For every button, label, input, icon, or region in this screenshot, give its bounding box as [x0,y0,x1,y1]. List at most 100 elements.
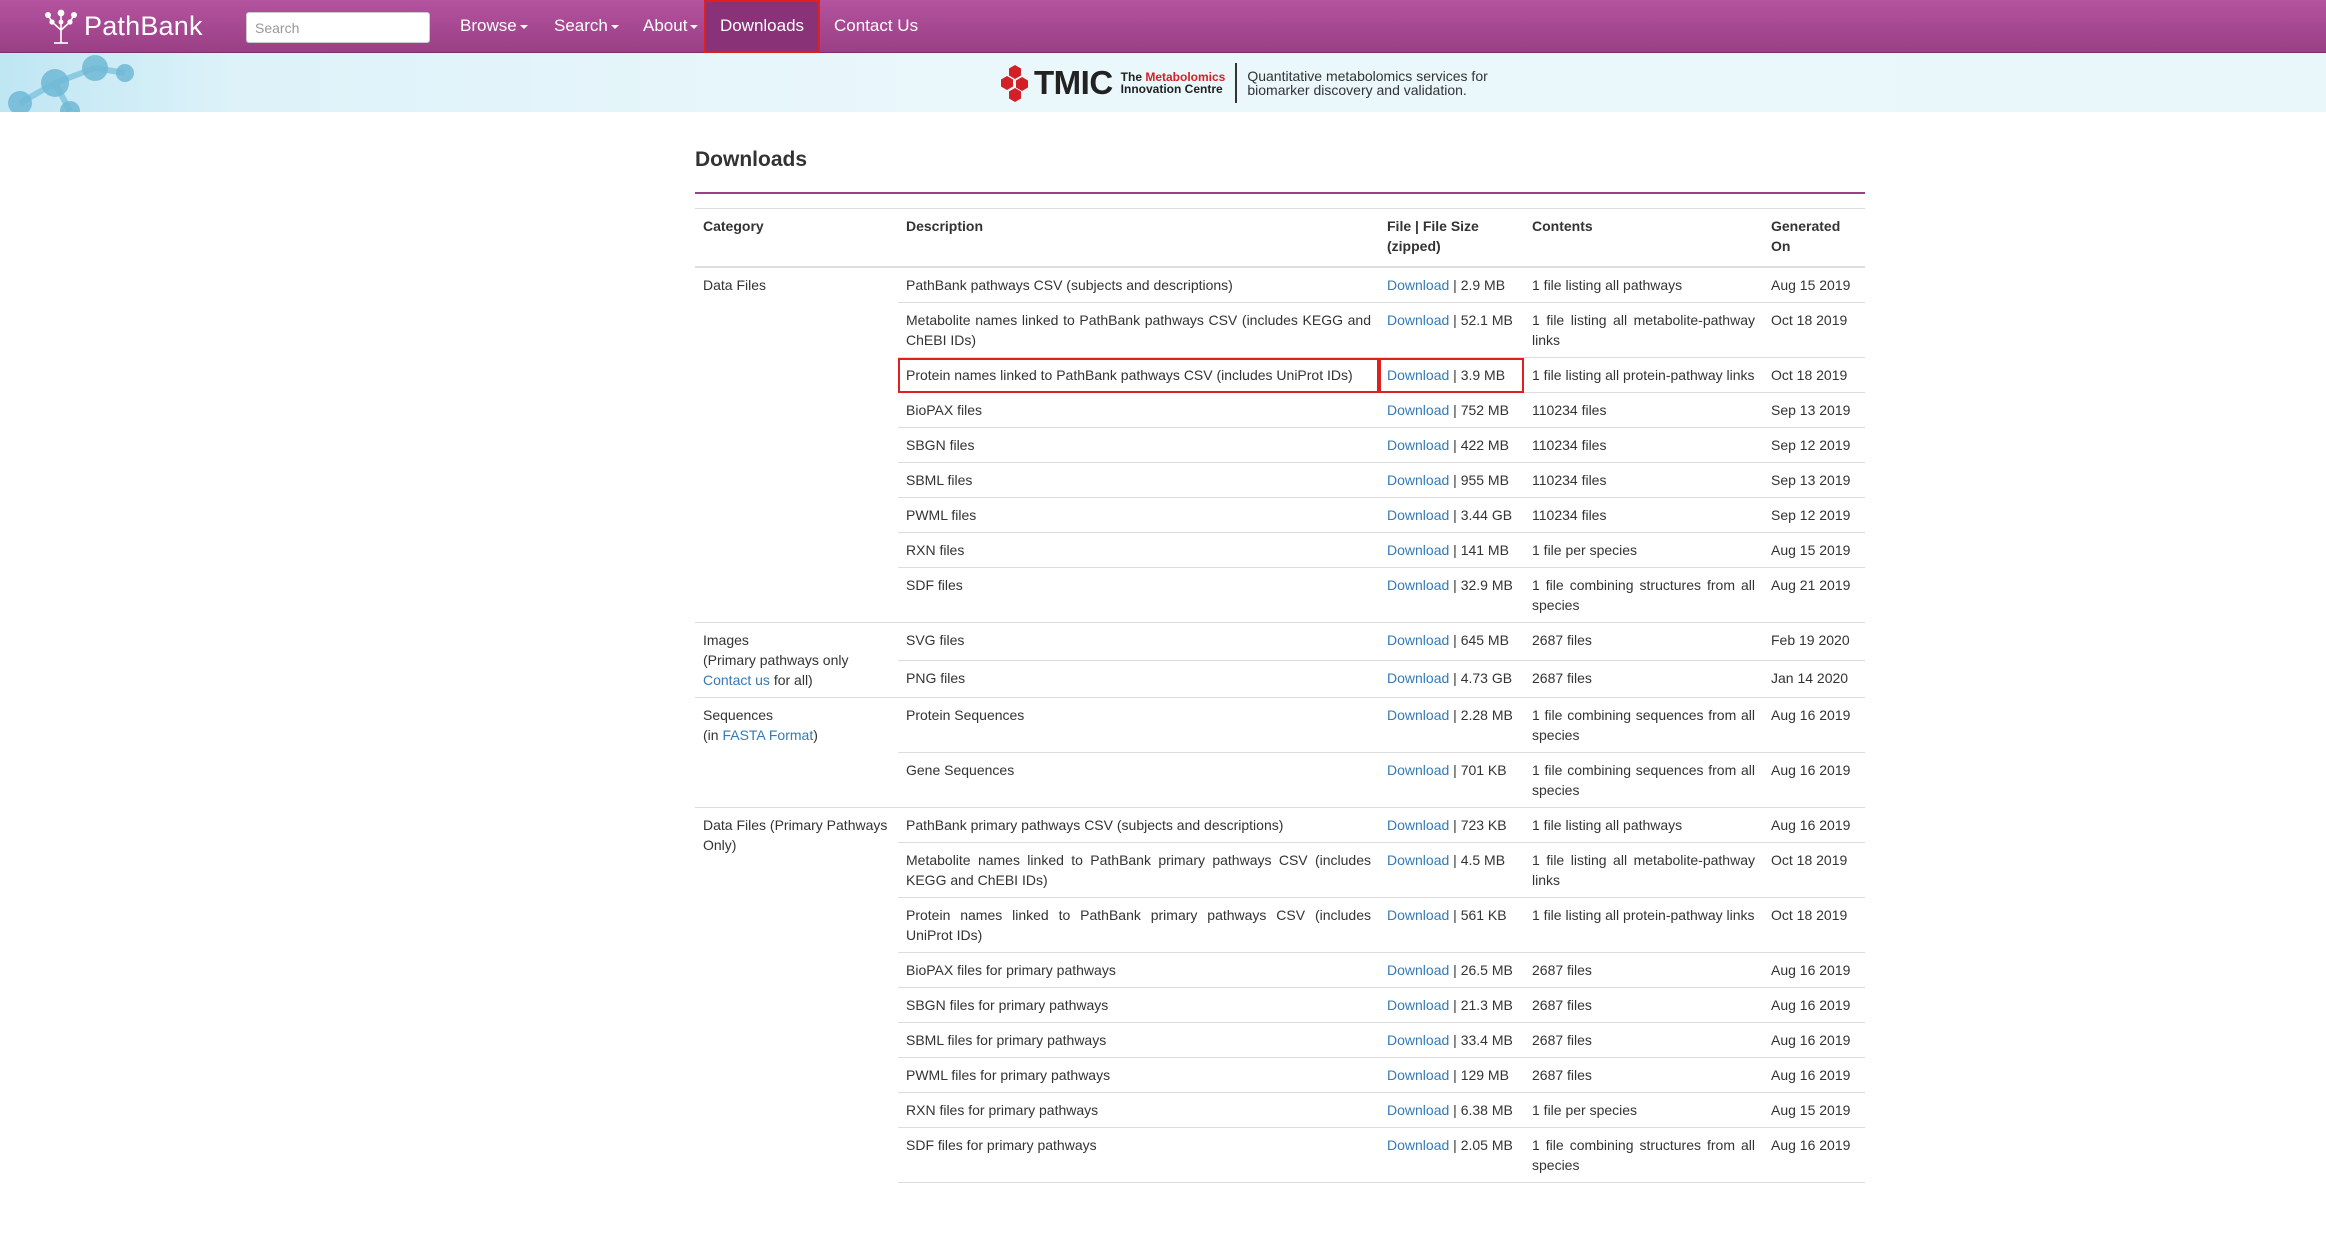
separator: | [1449,437,1461,453]
download-link[interactable]: Download [1387,402,1449,418]
description-cell: PWML files [898,497,1379,533]
download-link[interactable]: Download [1387,907,1449,923]
nav-about-dropdown[interactable]: About [643,0,699,52]
nav-browse-label: Browse [460,16,517,35]
separator: | [1449,1032,1461,1048]
file-cell: Download | 561 KB [1379,897,1524,953]
download-link[interactable]: Download [1387,1137,1449,1153]
file-size: 3.9 MB [1460,367,1506,383]
date-cell: Oct 18 2019 [1763,842,1865,898]
contents-cell: 1 file combining structures from all spe… [1524,567,1763,623]
contents-cell: 1 file listing all protein-pathway links [1524,897,1763,953]
file-cell: Download | 6.38 MB [1379,1092,1524,1128]
description-cell: SBML files [898,462,1379,498]
description-cell: SDF files [898,567,1379,623]
table-row: Sequences (in FASTA Format) Protein Sequen… [695,697,1865,808]
table-body: Data Files PathBank pathways CSV (subject… [695,266,1865,1183]
nav-search-dropdown[interactable]: Search [554,0,619,52]
nav-search-label: Search [554,16,608,35]
separator: | [1449,1102,1461,1118]
contents-cell: 2687 files [1524,987,1763,1023]
file-cell: Download | 21.3 MB [1379,987,1524,1023]
file-cell: Download | 32.9 MB [1379,567,1524,623]
contents-cell: 1 file per species [1524,1092,1763,1128]
download-link[interactable]: Download [1387,852,1449,868]
download-link[interactable]: Download [1387,997,1449,1013]
date-cell: Aug 16 2019 [1763,807,1865,843]
file-cell: Download | 129 MB [1379,1057,1524,1093]
file-cell: Download | 3.44 GB [1379,497,1524,533]
caret-down-icon [519,24,528,29]
tree-logo-icon [45,9,77,44]
nav-contact[interactable]: Contact Us [834,0,918,52]
header-contents: Contents [1524,208,1763,268]
nav-downloads[interactable]: Downloads [704,0,820,54]
nav-about-label: About [643,16,688,35]
table-row: Data Files (Primary Pathways Only) PathBa… [695,807,1865,1183]
download-link[interactable]: Download [1387,312,1449,328]
download-link[interactable]: Download [1387,762,1449,778]
category-link[interactable]: FASTA Format [722,727,813,743]
contents-cell: 2687 files [1524,1057,1763,1093]
category-link[interactable]: Contact us [703,672,770,688]
file-size: 2.9 MB [1460,277,1506,293]
description-cell: Protein names linked to PathBank primary… [898,897,1379,953]
download-link[interactable]: Download [1387,1032,1449,1048]
category-suffix: ) [813,727,818,743]
contents-cell: 1 file listing all pathways [1524,266,1763,303]
category-note: (in FASTA Format) [703,725,890,745]
contents-cell: 2687 files [1524,659,1763,698]
download-link[interactable]: Download [1387,507,1449,523]
download-link[interactable]: Download [1387,1067,1449,1083]
category-cell: Data Files (Primary Pathways Only) [695,807,898,1183]
file-cell: Download | 2.05 MB [1379,1127,1524,1183]
download-link[interactable]: Download [1387,542,1449,558]
download-link[interactable]: Download [1387,367,1449,383]
category-cell: Images (Primary pathways only Contact us f… [695,622,898,698]
nav-contact-label: Contact Us [834,16,919,35]
file-cell: Download | 3.9 MB [1379,357,1524,393]
file-size: 2.28 MB [1460,707,1513,723]
header-file-size: File | File Size (zipped) [1379,208,1524,268]
date-cell: Oct 18 2019 [1763,897,1865,953]
download-link[interactable]: Download [1387,707,1449,723]
nav-browse-dropdown[interactable]: Browse [460,0,528,52]
file-cell: Download | 2.28 MB [1379,697,1524,753]
file-size: 52.1 MB [1460,312,1513,328]
file-cell: Download | 4.5 MB [1379,842,1524,898]
brand-logo[interactable]: PathBank [44,6,203,46]
table-row: Data Files PathBank pathways CSV (subject… [695,266,1865,623]
download-link[interactable]: Download [1387,962,1449,978]
download-link[interactable]: Download [1387,670,1449,686]
file-size: 3.44 GB [1460,507,1513,523]
download-link[interactable]: Download [1387,1102,1449,1118]
description-cell: BioPAX files for primary pathways [898,952,1379,988]
nav-downloads-label: Downloads [719,16,805,35]
file-cell: Download | 26.5 MB [1379,952,1524,988]
file-size: 561 KB [1460,907,1507,923]
separator: | [1449,542,1461,558]
separator: | [1449,402,1461,418]
category-prefix: (in [703,727,723,743]
download-link[interactable]: Download [1387,632,1449,648]
search-input[interactable] [246,12,430,43]
separator: | [1449,852,1461,868]
category-label: Data Files [703,277,767,293]
download-link[interactable]: Download [1387,437,1449,453]
contents-cell: 1 file combining sequences from all spec… [1524,752,1763,808]
description-cell: PathBank pathways CSV (subjects and desc… [898,266,1379,303]
download-link[interactable]: Download [1387,472,1449,488]
file-cell: Download | 2.9 MB [1379,266,1524,303]
header-description: Description [898,208,1379,268]
download-link[interactable]: Download [1387,277,1449,293]
download-link[interactable]: Download [1387,577,1449,593]
description-cell: PWML files for primary pathways [898,1057,1379,1093]
download-link[interactable]: Download [1387,817,1449,833]
file-cell: Download | 141 MB [1379,532,1524,568]
separator: | [1449,1137,1461,1153]
downloads-table: Category Description File | File Size (z… [695,208,1865,1183]
date-cell: Sep 13 2019 [1763,462,1865,498]
contents-cell: 2687 files [1524,952,1763,988]
contents-cell: 1 file combining structures from all spe… [1524,1127,1763,1183]
tmic-logo[interactable]: TMIC The Metabolomics Innovation Centre … [1000,61,1488,105]
